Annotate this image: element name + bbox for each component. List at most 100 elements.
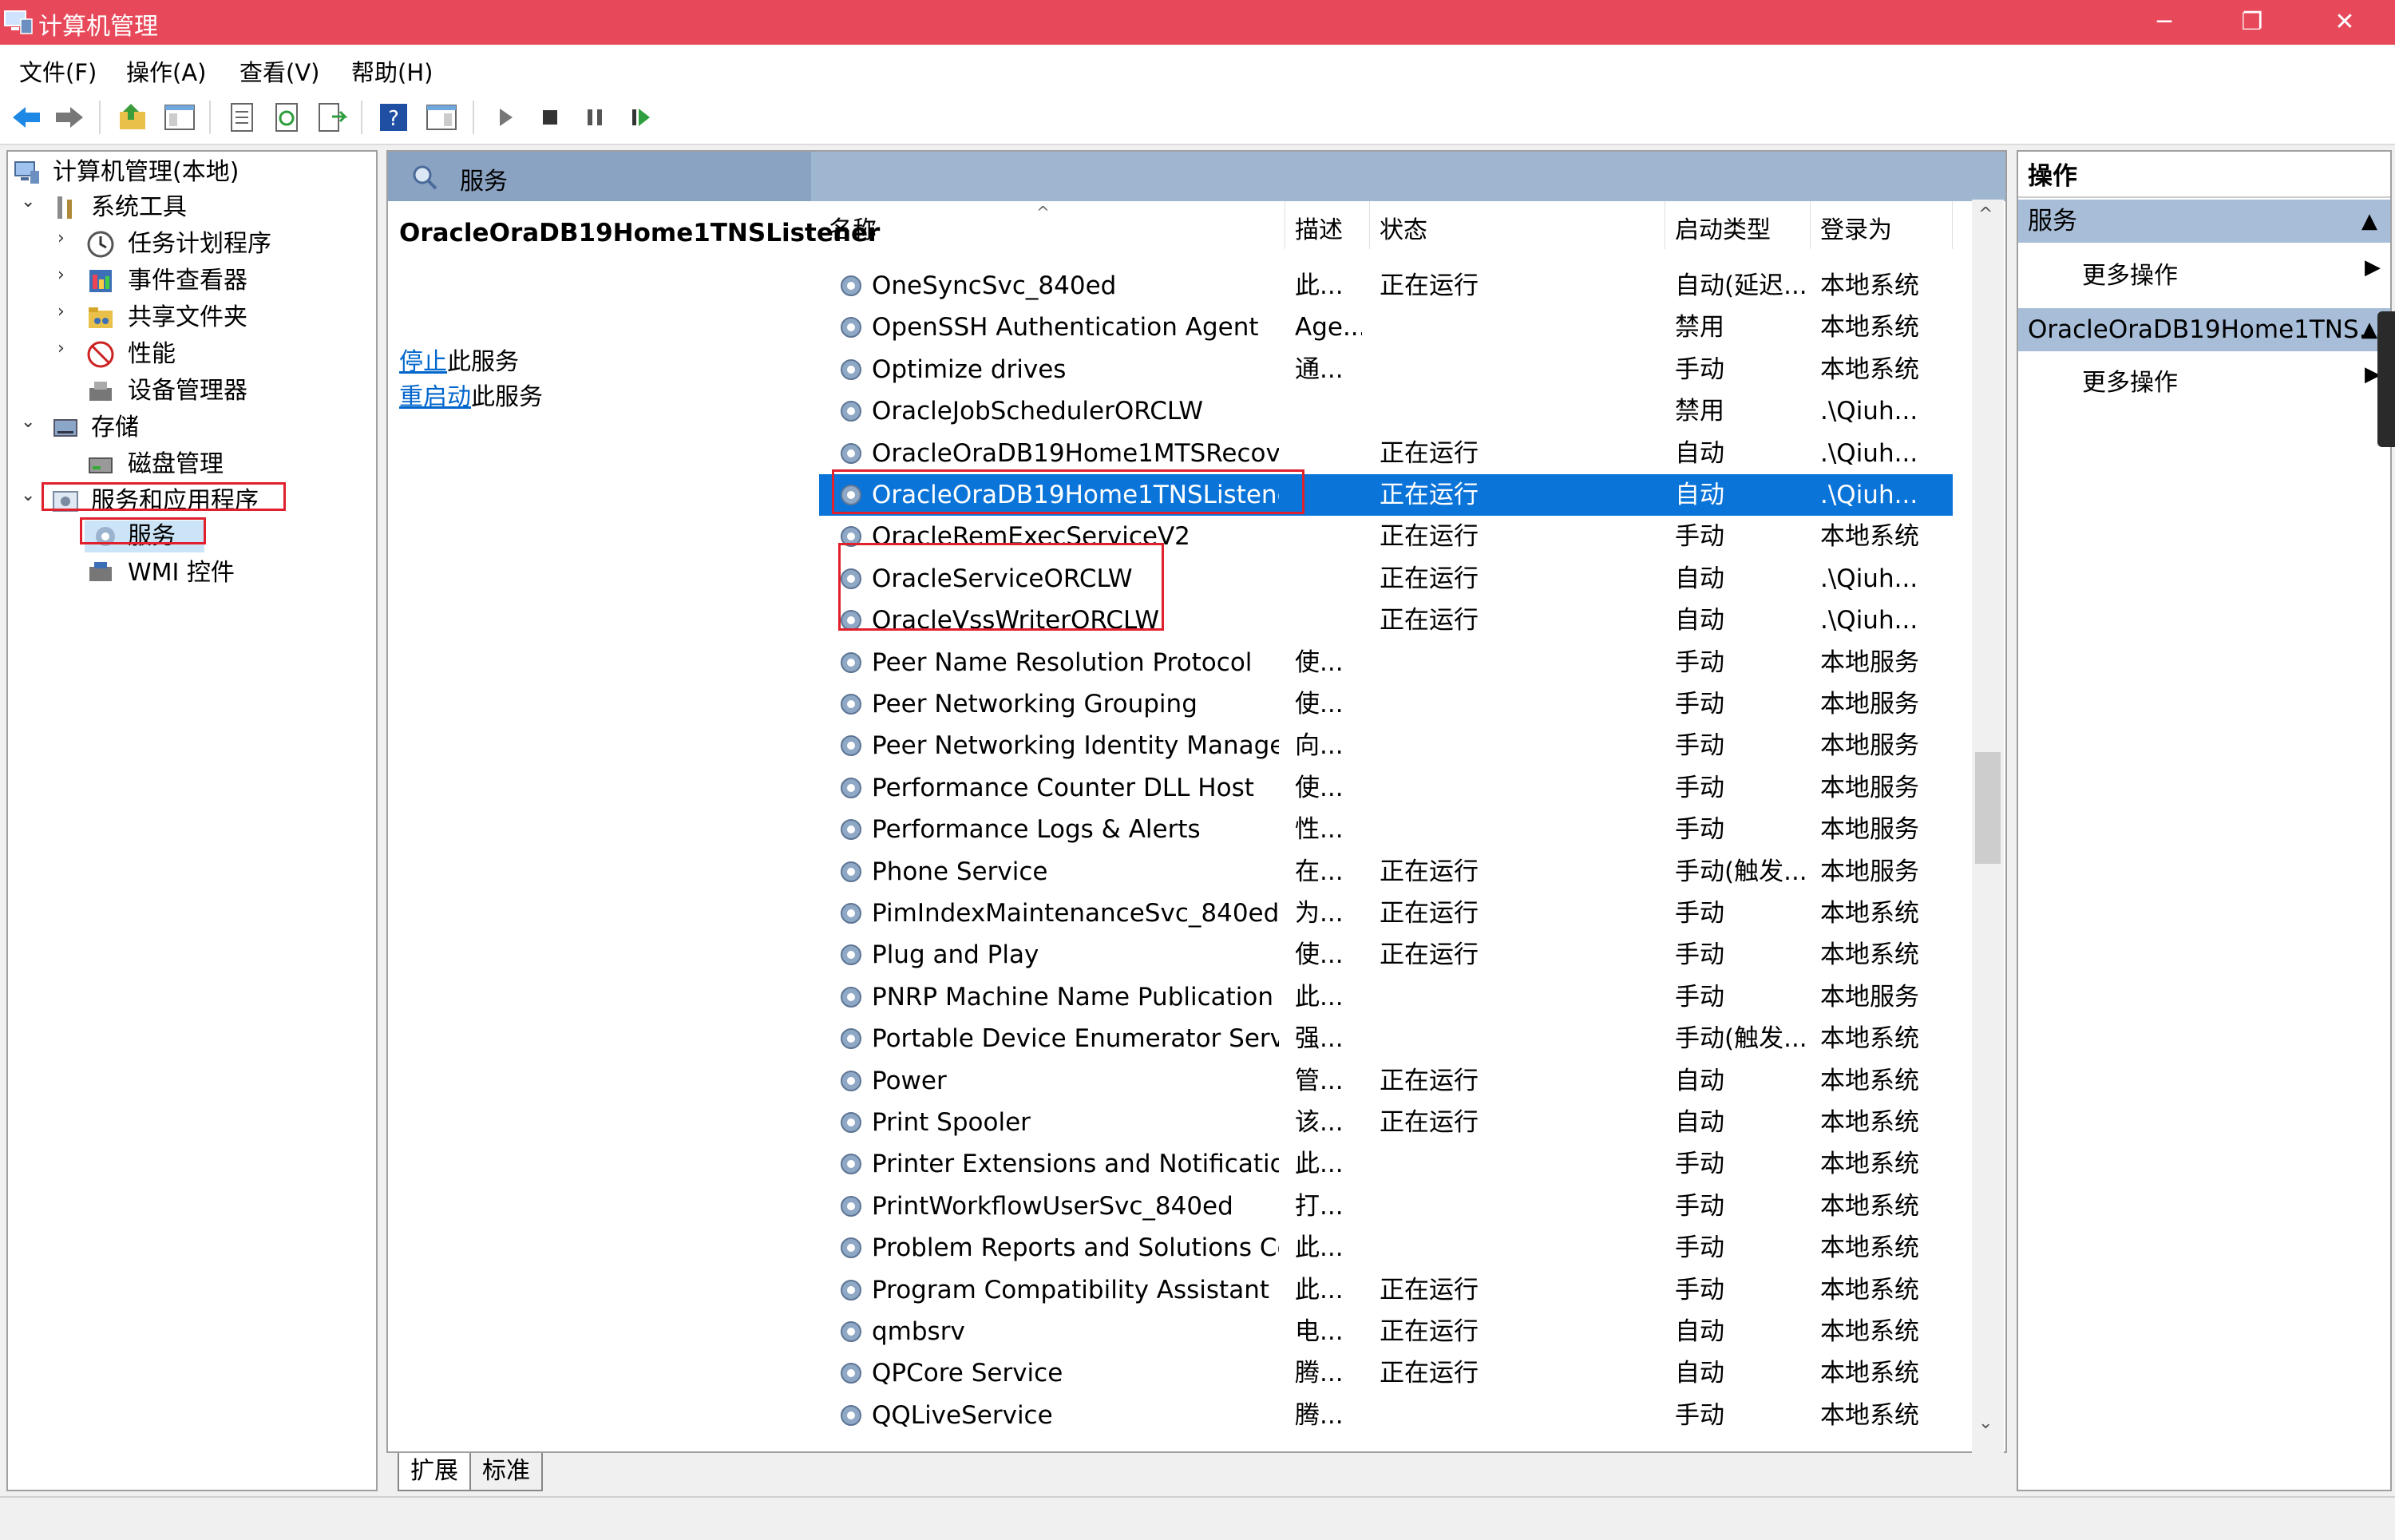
service-desc: 此... (1295, 1233, 1344, 1263)
tree-item-event-viewer[interactable]: 事件查看器 (128, 265, 247, 297)
service-startup: 手动(触发... (1675, 857, 1807, 886)
column-header-startup[interactable]: 启动类型 (1665, 201, 1811, 249)
tab-extended[interactable]: 扩展 (398, 1453, 471, 1491)
service-row[interactable]: Peer Networking Identity Manager 向... 手动 本地… (819, 725, 1953, 766)
service-logon: .\Qiuh... (1820, 438, 1918, 468)
restart-service-link[interactable]: 重启动 (399, 383, 471, 411)
service-row[interactable]: PNRP Machine Name Publication S... 此... 手动… (819, 976, 1953, 1018)
help-icon[interactable]: ? (377, 101, 410, 134)
properties-icon[interactable] (225, 101, 259, 134)
chevron-right-icon[interactable]: › (57, 302, 65, 322)
service-name: Portable Device Enumerator Service (872, 1024, 1279, 1054)
column-header-logon[interactable]: 登录为 (1811, 201, 1953, 249)
gear-icon (841, 1112, 861, 1133)
service-row[interactable]: OpenSSH Authentication Agent Age... 禁用 本地系统 (819, 307, 1953, 348)
service-startup: 手动 (1675, 982, 1724, 1011)
actions-group-selected-service[interactable]: OracleOraDB19Home1TNS... ▲ (2018, 308, 2390, 351)
service-row[interactable]: qmbsrv 电... 正在运行 自动 本地系统 (819, 1311, 1953, 1352)
services-scrollbar[interactable]: ^ ⌄ (1972, 200, 2004, 1455)
service-startup: 禁用 (1675, 397, 1724, 426)
start-service-icon[interactable] (489, 101, 522, 134)
refresh-icon[interactable] (270, 101, 303, 134)
chevron-down-icon[interactable]: ⌄ (21, 412, 35, 432)
service-row[interactable]: Performance Logs & Alerts 性... 手动 本地服务 (819, 809, 1953, 850)
scrollbar-thumb[interactable] (1975, 752, 2001, 864)
menu-file[interactable]: 文件(F) (19, 54, 97, 88)
restore-button[interactable]: ❐ (2208, 0, 2296, 45)
chevron-down-icon[interactable]: ⌄ (21, 485, 35, 505)
column-header-status[interactable]: 状态 (1370, 201, 1665, 249)
menu-action[interactable]: 操作(A) (126, 54, 206, 88)
tree-item-wmi[interactable]: WMI 控件 (128, 557, 235, 589)
tree-item-shared-folders[interactable]: 共享文件夹 (128, 302, 247, 334)
chevron-right-icon[interactable]: › (57, 338, 65, 358)
chevron-down-icon[interactable]: ⌄ (21, 192, 35, 212)
tree-item-performance[interactable]: 性能 (128, 338, 176, 370)
restart-service-icon[interactable] (624, 101, 658, 134)
service-row[interactable]: Power 管... 正在运行 自动 本地系统 (819, 1060, 1953, 1102)
service-row[interactable]: PrintWorkflowUserSvc_840ed 打... 手动 本地系统 (819, 1186, 1953, 1227)
stop-service-icon[interactable] (533, 101, 567, 134)
service-logon: 本地服务 (1820, 857, 1919, 886)
stop-service-link[interactable]: 停止 (399, 348, 447, 376)
service-startup: 手动 (1675, 1233, 1724, 1263)
column-header-desc[interactable]: 描述 (1285, 201, 1370, 249)
service-row[interactable]: OracleJobSchedulerORCLW 禁用 .\Qiuh... (819, 390, 1953, 432)
tree-root[interactable]: 计算机管理(本地) (53, 156, 239, 188)
chevron-right-icon[interactable]: › (57, 265, 65, 285)
export-list-icon[interactable] (315, 101, 348, 134)
service-row[interactable]: Phone Service 在... 正在运行 手动(触发... 本地服务 (819, 851, 1953, 893)
back-arrow-icon[interactable] (10, 101, 43, 134)
service-name: Performance Logs & Alerts (872, 815, 1201, 845)
service-row[interactable]: Problem Reports and Solutions Con... 此...… (819, 1227, 1953, 1269)
collapse-icon[interactable]: ▲ (2361, 200, 2377, 243)
service-row[interactable]: Performance Counter DLL Host 使... 手动 本地服务 (819, 767, 1953, 809)
gear-icon (841, 1028, 861, 1050)
service-row[interactable]: Print Spooler 该... 正在运行 自动 本地系统 (819, 1102, 1953, 1143)
tree-item-storage[interactable]: 存储 (91, 412, 139, 444)
service-row[interactable]: Printer Extensions and Notifications 此...… (819, 1143, 1953, 1185)
column-header-name[interactable]: 名称 (819, 201, 1285, 249)
tree-item-device-manager[interactable]: 设备管理器 (128, 375, 247, 407)
service-row[interactable]: OracleOraDB19Home1MTSRecover... 正在运行 自动 .\Q… (819, 433, 1953, 474)
chevron-right-icon[interactable]: › (57, 228, 65, 248)
up-folder-icon[interactable] (117, 101, 150, 134)
service-row[interactable]: OneSyncSvc_840ed 此... 正在运行 自动(延迟... 本地系统 (819, 265, 1953, 307)
service-row[interactable]: PimIndexMaintenanceSvc_840ed 为... 正在运行 手动 本地… (819, 893, 1953, 934)
service-row[interactable]: QPCore Service 腾... 正在运行 自动 本地系统 (819, 1352, 1953, 1394)
service-desc: 使... (1295, 690, 1344, 719)
more-actions-item[interactable]: 更多操作 ▶ (2082, 362, 2381, 398)
scroll-up-icon[interactable]: ^ (1978, 204, 1993, 224)
scroll-down-icon[interactable]: ⌄ (1978, 1413, 1993, 1433)
service-row[interactable]: Plug and Play 使... 正在运行 手动 本地系统 (819, 934, 1953, 976)
service-logon: .\Qiuh... (1820, 481, 1918, 509)
service-row[interactable]: Peer Networking Grouping 使... 手动 本地服务 (819, 683, 1953, 725)
service-row[interactable]: Program Compatibility Assistant Ser... 此.… (819, 1269, 1953, 1311)
service-row[interactable]: Optimize drives 通... 手动 本地系统 (819, 349, 1953, 390)
tree-item-task-scheduler[interactable]: 任务计划程序 (128, 228, 271, 260)
menu-view[interactable]: 查看(V) (240, 54, 319, 88)
actions-group-services[interactable]: 服务 ▲ (2018, 200, 2390, 243)
menu-help[interactable]: 帮助(H) (351, 54, 433, 88)
collapse-icon[interactable]: ▲ (2361, 308, 2377, 351)
event-viewer-icon (89, 270, 112, 292)
tree-item-disk-management[interactable]: 磁盘管理 (128, 449, 224, 481)
pause-service-icon[interactable] (578, 101, 612, 134)
service-status: 正在运行 (1380, 481, 1479, 509)
more-actions-item[interactable]: 更多操作 ▶ (2082, 255, 2381, 291)
tab-standard[interactable]: 标准 (469, 1453, 543, 1491)
show-action-pane-icon[interactable] (425, 101, 458, 134)
service-row[interactable]: QQLiveService 腾... 手动 本地系统 (819, 1395, 1953, 1436)
forward-arrow-icon[interactable] (53, 101, 86, 134)
gear-icon (841, 819, 861, 841)
submenu-arrow-icon: ▶ (2365, 255, 2381, 279)
window-title: 计算机管理 (38, 13, 158, 41)
service-row[interactable]: Peer Name Resolution Protocol 使... 手动 本地服务 (819, 642, 1953, 683)
minimize-button[interactable]: ─ (2120, 0, 2208, 45)
close-button[interactable]: ✕ (2301, 0, 2389, 45)
tree-item-system-tools[interactable]: 系统工具 (91, 192, 187, 224)
show-hide-tree-icon[interactable] (163, 101, 196, 134)
service-row[interactable]: Portable Device Enumerator Service 强... 手动… (819, 1018, 1953, 1059)
service-logon: 本地系统 (1820, 1275, 1919, 1304)
stop-service-row: 停止此服务 (399, 342, 519, 377)
